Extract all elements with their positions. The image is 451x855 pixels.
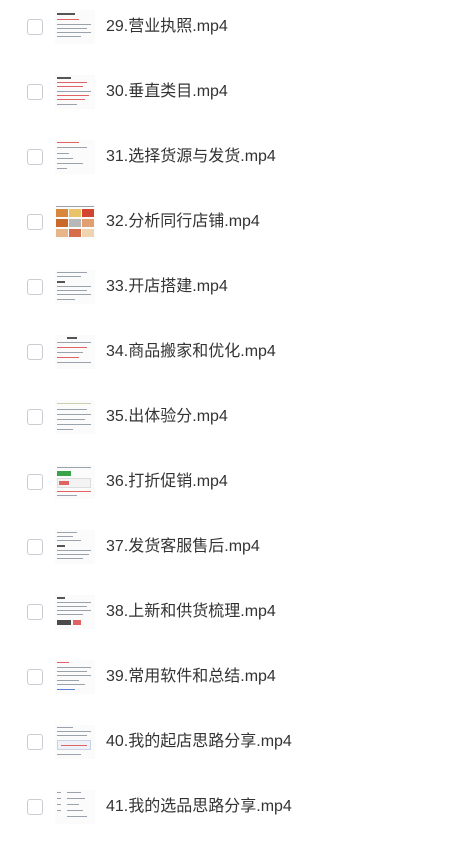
document-thumbnail-icon [55,725,95,759]
file-name[interactable]: 39.常用软件和总结.mp4 [106,667,276,687]
file-checkbox[interactable] [27,539,43,555]
file-row[interactable]: 34.商品搬家和优化.mp4 [0,335,451,400]
file-checkbox[interactable] [27,19,43,35]
document-thumbnail-icon [55,660,95,694]
file-name[interactable]: 34.商品搬家和优化.mp4 [106,342,276,362]
file-name[interactable]: 32.分析同行店铺.mp4 [106,212,260,232]
document-thumbnail-icon [55,10,95,44]
file-name[interactable]: 36.打折促销.mp4 [106,472,228,492]
file-checkbox[interactable] [27,279,43,295]
file-name[interactable]: 41.我的选品思路分享.mp4 [106,797,292,817]
document-thumbnail-icon [55,790,95,824]
file-name[interactable]: 38.上新和供货梳理.mp4 [106,602,276,622]
file-name[interactable]: 35.出体验分.mp4 [106,407,228,427]
document-thumbnail-icon [55,595,95,629]
screenshot-thumbnail-icon [55,465,95,499]
file-checkbox[interactable] [27,799,43,815]
file-checkbox[interactable] [27,149,43,165]
file-checkbox[interactable] [27,734,43,750]
file-row[interactable]: 35.出体验分.mp4 [0,400,451,465]
file-row[interactable]: 39.常用软件和总结.mp4 [0,660,451,725]
document-thumbnail-icon [55,400,95,434]
file-row[interactable]: 32.分析同行店铺.mp4 [0,205,451,270]
file-checkbox[interactable] [27,409,43,425]
document-thumbnail-icon [55,530,95,564]
file-row[interactable]: 31.选择货源与发货.mp4 [0,140,451,205]
file-checkbox[interactable] [27,669,43,685]
document-thumbnail-icon [55,270,95,304]
file-row[interactable]: 40.我的起店思路分享.mp4 [0,725,451,790]
file-row[interactable]: 33.开店搭建.mp4 [0,270,451,335]
file-name[interactable]: 30.垂直类目.mp4 [106,82,228,102]
file-checkbox[interactable] [27,344,43,360]
file-row[interactable]: 30.垂直类目.mp4 [0,75,451,140]
file-name[interactable]: 29.营业执照.mp4 [106,17,228,37]
file-row[interactable]: 37.发货客服售后.mp4 [0,530,451,595]
file-checkbox[interactable] [27,214,43,230]
file-row[interactable]: 36.打折促销.mp4 [0,465,451,530]
document-thumbnail-icon [55,75,95,109]
file-name[interactable]: 31.选择货源与发货.mp4 [106,147,276,167]
document-thumbnail-icon [55,335,95,369]
file-row[interactable]: 29.营业执照.mp4 [0,10,451,75]
file-checkbox[interactable] [27,604,43,620]
document-thumbnail-icon [55,140,95,174]
file-name[interactable]: 37.发货客服售后.mp4 [106,537,260,557]
file-checkbox[interactable] [27,474,43,490]
image-grid-thumbnail-icon [55,205,95,239]
file-row[interactable]: 38.上新和供货梳理.mp4 [0,595,451,660]
file-checkbox[interactable] [27,84,43,100]
file-name[interactable]: 33.开店搭建.mp4 [106,277,228,297]
file-name[interactable]: 40.我的起店思路分享.mp4 [106,732,292,752]
